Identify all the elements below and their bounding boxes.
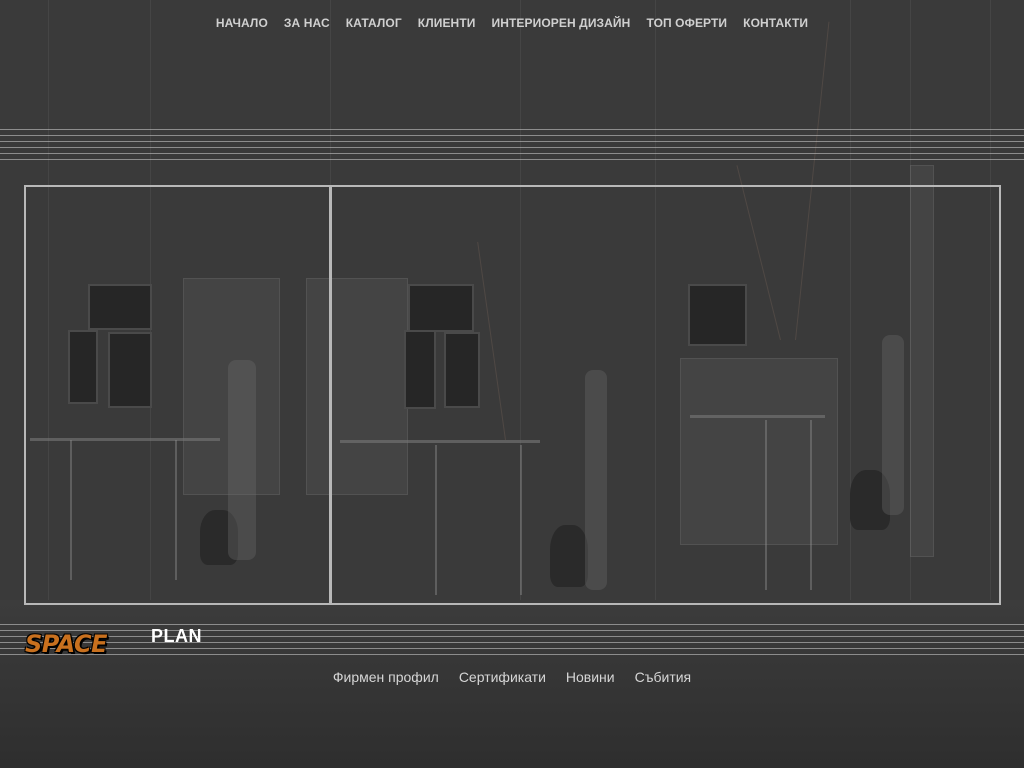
logo-word-plan: PLAN [151, 626, 202, 646]
nav-item-home[interactable]: НАЧАЛО [208, 16, 276, 30]
left-image-frame [24, 185, 332, 605]
nav-item-catalog[interactable]: КАТАЛОГ [338, 16, 410, 30]
top-stripes-divider [0, 129, 1024, 165]
footer-nav: Фирмен профил Сертификати Новини Събития [0, 669, 1024, 685]
footer-link-certificates[interactable]: Сертификати [449, 669, 556, 685]
nav-item-contacts[interactable]: КОНТАКТИ [735, 16, 816, 30]
main-nav: НАЧАЛО ЗА НАС КАТАЛОГ КЛИЕНТИ ИНТЕРИОРЕН… [0, 16, 1024, 30]
nav-item-top-offers[interactable]: ТОП ОФЕРТИ [638, 16, 735, 30]
footer-link-news[interactable]: Новини [556, 669, 625, 685]
logo-word-space: SPACE [25, 630, 108, 658]
nav-item-interior-design[interactable]: ИНТЕРИОРЕН ДИЗАЙН [483, 16, 638, 30]
nav-item-clients[interactable]: КЛИЕНТИ [410, 16, 484, 30]
footer-link-events[interactable]: Събития [625, 669, 702, 685]
right-image-frame [329, 185, 1001, 605]
footer-link-company-profile[interactable]: Фирмен профил [323, 669, 449, 685]
nav-item-about[interactable]: ЗА НАС [276, 16, 338, 30]
